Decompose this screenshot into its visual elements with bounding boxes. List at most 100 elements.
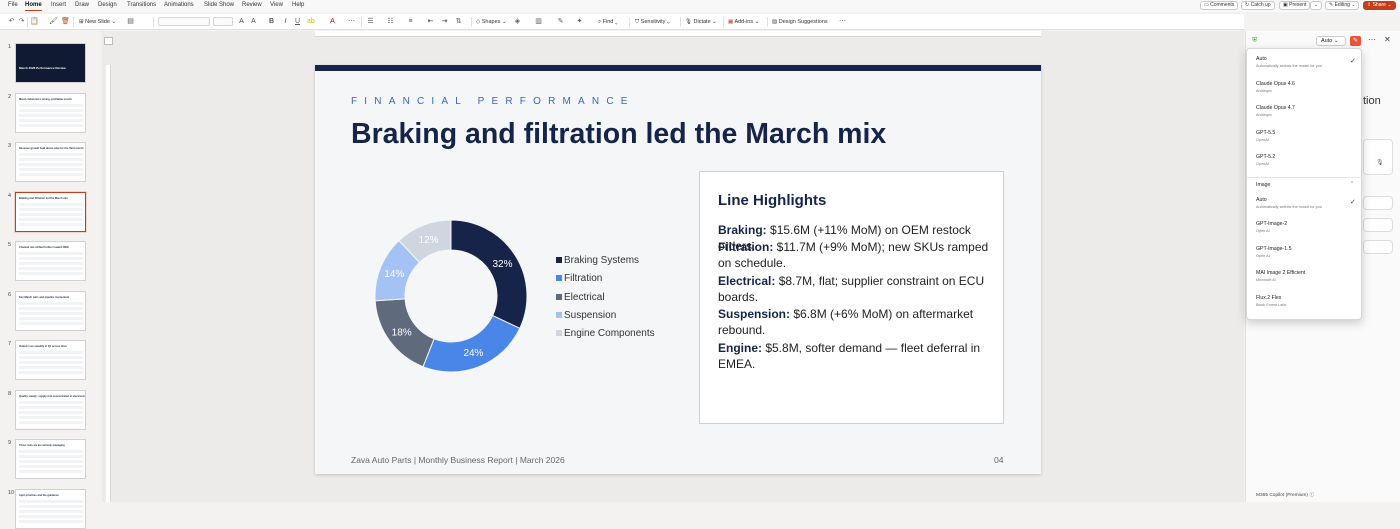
slide-thumbnail-9[interactable]: Three risks we are actively managing bbox=[15, 439, 86, 479]
dictate-button[interactable]: 🎙 Dictate ⌄ bbox=[685, 18, 717, 26]
model-option[interactable]: Auto bbox=[1256, 197, 1267, 203]
bullets-icon[interactable]: ☰ bbox=[367, 18, 374, 25]
delete-icon[interactable]: 🗑 bbox=[61, 18, 70, 25]
menu-design[interactable]: Design bbox=[98, 2, 117, 8]
suggestion-card[interactable] bbox=[1363, 240, 1393, 254]
slide-number: 9 bbox=[8, 440, 12, 446]
outdent-icon[interactable]: ⇥ bbox=[441, 18, 448, 25]
suggestion-card[interactable] bbox=[1363, 218, 1393, 232]
model-option[interactable]: GPT-Image-2 bbox=[1256, 221, 1287, 227]
menu-animations[interactable]: Animations bbox=[164, 2, 194, 8]
menu-slide-show[interactable]: Slide Show bbox=[204, 2, 234, 8]
menu-file[interactable]: File bbox=[8, 2, 18, 8]
present-dropdown[interactable]: ⌄ bbox=[1310, 1, 1323, 10]
slide-thumbnail-3[interactable]: Revenue growth held above plan for the t… bbox=[15, 142, 86, 182]
decrease-font-icon[interactable]: A bbox=[250, 18, 257, 25]
slide-eyebrow[interactable]: FINANCIAL PERFORMANCE bbox=[351, 96, 635, 107]
slide-thumbnail-7[interactable]: Output rose steadily in Q1 across lines bbox=[15, 340, 86, 380]
slide-accent-bar bbox=[315, 65, 1041, 71]
text-direction-icon[interactable]: ⇅ bbox=[455, 18, 462, 25]
more-icon[interactable]: ⋯ bbox=[348, 18, 355, 25]
redo-icon[interactable]: ↷ bbox=[18, 18, 25, 25]
indent-icon[interactable]: ⇤ bbox=[427, 18, 434, 25]
highlights-box[interactable]: Line Highlights Braking: $15.6M (+11% Mo… bbox=[699, 171, 1004, 424]
model-select-button[interactable]: Auto ⌄ bbox=[1316, 36, 1346, 46]
divider bbox=[361, 17, 362, 27]
new-chat-icon[interactable]: ✎ bbox=[1350, 36, 1361, 46]
increase-font-icon[interactable]: A bbox=[238, 18, 245, 25]
model-option-provider: Microsoft AI bbox=[1256, 278, 1276, 282]
editing-mode-button[interactable]: ✎ Editing ⌄ bbox=[1325, 1, 1360, 10]
thumbnail-toggle-icon[interactable] bbox=[104, 37, 113, 45]
legend-swatch bbox=[556, 257, 562, 263]
align-icon[interactable]: ≡ bbox=[407, 18, 414, 25]
model-option[interactable]: MAI Image 2 Efficient bbox=[1256, 270, 1305, 276]
catch-up-button[interactable]: ↻ Catch up bbox=[1241, 1, 1275, 10]
model-option[interactable]: Auto bbox=[1256, 56, 1267, 62]
dropdown-section-image: Image bbox=[1256, 181, 1271, 188]
font-size-select[interactable] bbox=[213, 17, 233, 26]
underline-icon[interactable]: U bbox=[294, 18, 301, 25]
font-color-icon[interactable]: A bbox=[329, 18, 336, 25]
shapes-button[interactable]: ◇ Shapes ⌄ bbox=[476, 18, 507, 26]
slide-thumbnail-1[interactable]: March 2026 Performance Review bbox=[15, 43, 86, 83]
slide-thumbnail-5[interactable]: Channel mix shifted further toward OEM bbox=[15, 241, 86, 281]
font-family-select[interactable] bbox=[158, 17, 210, 26]
menu-transitions[interactable]: Transitions bbox=[127, 2, 156, 8]
slide-thumbnail-4[interactable]: Braking and filtration led the March mix bbox=[15, 191, 86, 232]
arrange-icon[interactable]: ▥ bbox=[535, 18, 542, 25]
donut-chart[interactable]: 32% 24% 18% 14% 12% bbox=[371, 216, 531, 376]
present-button[interactable]: ▣ Present bbox=[1279, 1, 1311, 10]
slide-canvas[interactable]: FINANCIAL PERFORMANCE Braking and filtra… bbox=[315, 65, 1041, 474]
slide-thumbnail-6[interactable]: Key March wins and pipeline momentum bbox=[15, 290, 86, 331]
suggestion-card[interactable] bbox=[1363, 196, 1393, 210]
slide-thumbnail-10[interactable]: April priorities and the guidance bbox=[15, 488, 86, 529]
divider bbox=[723, 17, 724, 27]
effects-icon[interactable]: ✦ bbox=[576, 18, 583, 25]
model-option[interactable]: Claude Opus 4.7 bbox=[1256, 105, 1295, 111]
new-slide-button[interactable]: ⊞ New Slide ⌄ bbox=[79, 18, 116, 26]
slide-thumbnail-8[interactable]: Quality steady; supply risk concentrated… bbox=[15, 389, 86, 430]
menu-insert[interactable]: Insert bbox=[51, 2, 66, 8]
slide-number: 8 bbox=[8, 390, 12, 397]
info-icon[interactable]: ⓘ bbox=[1309, 493, 1314, 498]
highlight-icon[interactable]: ab bbox=[307, 18, 315, 25]
close-icon[interactable]: ✕ bbox=[1384, 35, 1391, 44]
shape-fill-icon[interactable]: ◈ bbox=[514, 18, 521, 25]
undo-icon[interactable]: ↶ bbox=[8, 18, 15, 25]
layout-icon[interactable]: ▤ bbox=[127, 18, 134, 25]
paste-icon[interactable]: 📋 bbox=[30, 18, 39, 25]
add-ins-button[interactable]: ▦ Add-ins ⌄ bbox=[728, 18, 759, 26]
menu-review[interactable]: Review bbox=[242, 2, 262, 8]
microphone-icon[interactable]: 🎙 bbox=[1376, 159, 1384, 166]
slide-number: 2 bbox=[8, 93, 12, 100]
donut-slice-braking-systems[interactable] bbox=[450, 219, 528, 330]
model-option[interactable]: Flux.2 Flex bbox=[1256, 295, 1281, 301]
sensitivity-button[interactable]: ⛉ Sensitivity ⌄ bbox=[635, 18, 670, 26]
find-button[interactable]: ⌕ Find ⌄ bbox=[598, 18, 617, 26]
share-button[interactable]: ⇪ Share ⌄ bbox=[1363, 1, 1396, 10]
donut-slice-filtration[interactable] bbox=[422, 314, 521, 373]
comments-button[interactable]: ▭ Comments bbox=[1200, 1, 1239, 10]
bold-icon[interactable]: B bbox=[268, 18, 275, 25]
chevron-up-icon[interactable]: ⌃ bbox=[1350, 181, 1354, 187]
microphone-icon: 🎙 bbox=[685, 19, 692, 25]
slide-title[interactable]: Braking and filtration led the March mix bbox=[351, 118, 886, 151]
menu-help[interactable]: Help bbox=[292, 2, 304, 8]
menu-home[interactable]: Home bbox=[25, 2, 42, 11]
italic-icon[interactable]: I bbox=[282, 18, 289, 25]
model-option[interactable]: Claude Opus 4.6 bbox=[1256, 81, 1295, 87]
prompt-card[interactable] bbox=[1363, 139, 1393, 175]
menu-draw[interactable]: Draw bbox=[75, 2, 89, 8]
numbering-icon[interactable]: ☷ bbox=[387, 18, 394, 25]
model-option[interactable]: GPT-Image-1.5 bbox=[1256, 246, 1291, 252]
model-option[interactable]: GPT-5.2 bbox=[1256, 154, 1275, 160]
design-suggestions-button[interactable]: ▨ Design Suggestions bbox=[772, 18, 828, 26]
styles-icon[interactable]: ✎ bbox=[557, 18, 564, 25]
more-options-icon[interactable]: ⋯ bbox=[1368, 35, 1376, 44]
model-option[interactable]: GPT-5.5 bbox=[1256, 130, 1275, 136]
slide-thumbnail-2[interactable]: March delivered a strong, profitable mon… bbox=[15, 92, 86, 133]
format-painter-icon[interactable]: 🖌 bbox=[49, 18, 58, 25]
menu-view[interactable]: View bbox=[270, 2, 283, 8]
more-options-icon[interactable]: ⋯ bbox=[839, 18, 846, 25]
